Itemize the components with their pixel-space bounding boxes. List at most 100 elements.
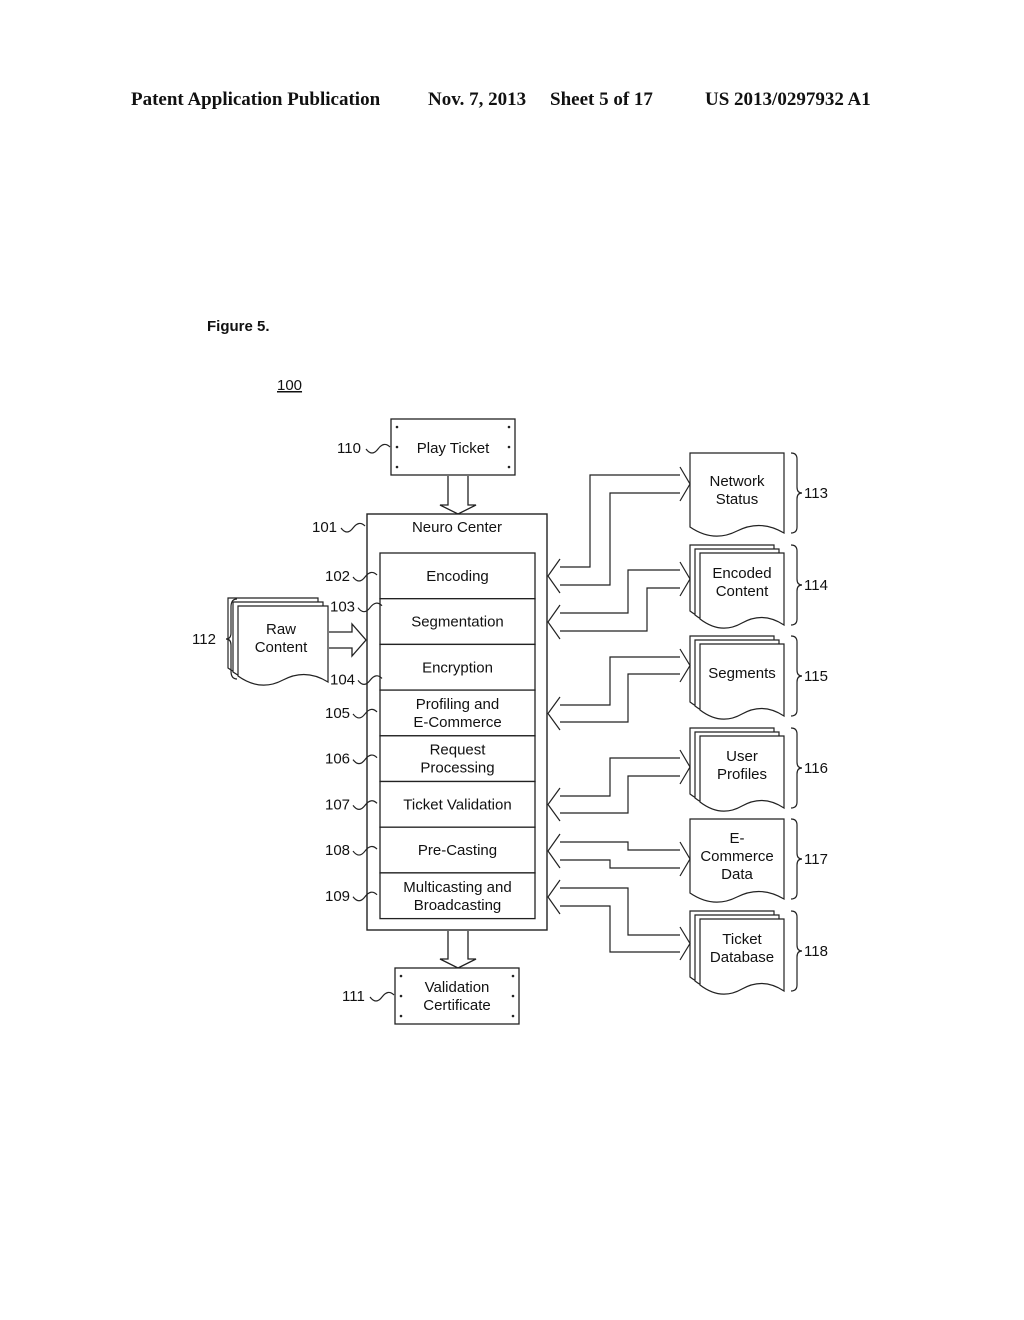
play-ticket-label: Play Ticket <box>417 440 490 457</box>
arrow-head <box>679 648 691 683</box>
module-encryption: Encryption 104 <box>330 643 536 691</box>
module-ref: 107 <box>325 796 350 813</box>
module-label: Pre-Casting <box>418 842 497 859</box>
perforation-dot <box>507 445 511 449</box>
perforation-dot <box>399 1014 403 1018</box>
arrow-head <box>547 696 561 731</box>
leader-squiggle <box>340 522 366 533</box>
perforation-dot <box>399 974 403 978</box>
neuro-center-ref: 101 <box>312 519 337 536</box>
arrow-head <box>547 558 561 594</box>
module-ref: 105 <box>325 705 350 722</box>
module-label: Request <box>430 742 487 759</box>
module-request-processing: RequestProcessing 106 <box>325 735 536 783</box>
perforation-dot <box>395 445 399 449</box>
perforation-dot <box>395 425 399 429</box>
raw-content-label: Content <box>255 639 308 656</box>
data-store-label: Status <box>716 491 759 508</box>
perforation-dot <box>507 425 511 429</box>
module-label: Multicasting and <box>403 879 511 896</box>
data-store-ref: 116 <box>804 760 828 777</box>
arrow-line <box>560 587 680 632</box>
data-store-segments: Segments 115 <box>689 635 828 720</box>
data-store-label: Ticket <box>722 931 762 948</box>
arrow-line <box>560 569 680 614</box>
module-multicasting-and-broadcasting: Multicasting andBroadcasting 109 <box>325 872 536 920</box>
data-store-ref: 113 <box>804 485 828 502</box>
data-store-userprofiles: UserProfiles 116 <box>689 727 828 812</box>
data-store-label: Commerce <box>700 848 773 865</box>
module-label: Ticket Validation <box>403 796 511 813</box>
data-store-encodedcontent: EncodedContent 114 <box>689 544 828 629</box>
play-ticket-ref: 110 <box>337 440 361 457</box>
data-store-ref: 114 <box>804 577 828 594</box>
module-ref: 102 <box>325 568 350 585</box>
data-store-e-commercedata: E-CommerceData 117 <box>689 818 828 903</box>
bidirectional-arrow <box>547 648 691 731</box>
validation-certificate-line: Certificate <box>423 997 491 1014</box>
down-arrow <box>439 931 477 969</box>
data-store-label: Segments <box>708 665 776 682</box>
arrow-line <box>560 492 680 586</box>
module-label: Encoding <box>426 568 489 585</box>
play-ticket-box: Play Ticket <box>390 418 516 476</box>
arrow-line <box>560 905 680 953</box>
arrow-head <box>547 787 561 822</box>
brace <box>790 727 803 809</box>
data-store-label: Data <box>721 866 753 883</box>
neuro-center-title: Neuro Center <box>412 519 502 536</box>
raw-content-document: RawContent <box>227 597 329 686</box>
brace <box>790 818 803 900</box>
arrow-line <box>560 859 680 869</box>
perforation-dot <box>511 994 515 998</box>
perforation-dot <box>511 974 515 978</box>
arrow-line <box>560 474 680 568</box>
module-ref: 104 <box>330 671 355 688</box>
module-pre-casting: Pre-Casting 108 <box>325 826 536 874</box>
arrow-head <box>547 604 561 640</box>
raw-content-label: Raw <box>266 621 296 638</box>
data-store-ref: 115 <box>804 668 828 685</box>
module-ref: 106 <box>325 751 350 768</box>
arrow-head <box>679 561 691 597</box>
arrow-head <box>547 833 561 869</box>
perforation-dot <box>399 994 403 998</box>
bidirectional-arrow <box>547 749 691 822</box>
arrow-line <box>560 887 680 936</box>
arrow-head <box>679 926 691 961</box>
arrow-head <box>679 466 691 502</box>
arrow-line <box>560 757 680 797</box>
module-ref: 108 <box>325 842 350 859</box>
data-store-label: E- <box>730 830 745 847</box>
system-diagram: 100 Play Ticket 110 Neuro Center 101 Enc… <box>192 377 828 1025</box>
module-label: Broadcasting <box>414 897 502 914</box>
leader-squiggle <box>369 991 395 1002</box>
module-profiling-and-e-commerce: Profiling andE-Commerce 105 <box>325 689 536 737</box>
data-store-label: User <box>726 748 758 765</box>
down-arrow <box>439 476 477 515</box>
module-label: Processing <box>420 760 494 777</box>
data-store-label: Content <box>716 583 769 600</box>
system-ref-label: 100 <box>277 377 302 394</box>
validation-certificate-box: Validation Certificate <box>394 967 520 1025</box>
validation-certificate-ref: 111 <box>342 988 365 1005</box>
arrow-head <box>679 841 691 877</box>
perforation-dot <box>395 465 399 469</box>
brace <box>790 635 803 717</box>
module-label: Profiling and <box>416 696 499 713</box>
module-ticket-validation: Ticket Validation 107 <box>325 780 536 828</box>
module-label: E-Commerce <box>413 714 501 731</box>
data-store-ref: 118 <box>804 943 828 960</box>
arrow-line <box>560 673 680 723</box>
perforation-dot <box>511 1014 515 1018</box>
module-label: Encryption <box>422 659 493 676</box>
leader-squiggle <box>365 443 391 454</box>
arrow-head <box>547 879 561 915</box>
module-encoding: Encoding 102 <box>325 552 536 600</box>
module-ref: 109 <box>325 888 350 905</box>
data-store-networkstatus: NetworkStatus 113 <box>689 452 828 537</box>
arrow-line <box>560 656 680 706</box>
module-ref: 103 <box>330 599 355 616</box>
data-store-ref: 117 <box>804 851 828 868</box>
module-label: Segmentation <box>411 614 504 631</box>
